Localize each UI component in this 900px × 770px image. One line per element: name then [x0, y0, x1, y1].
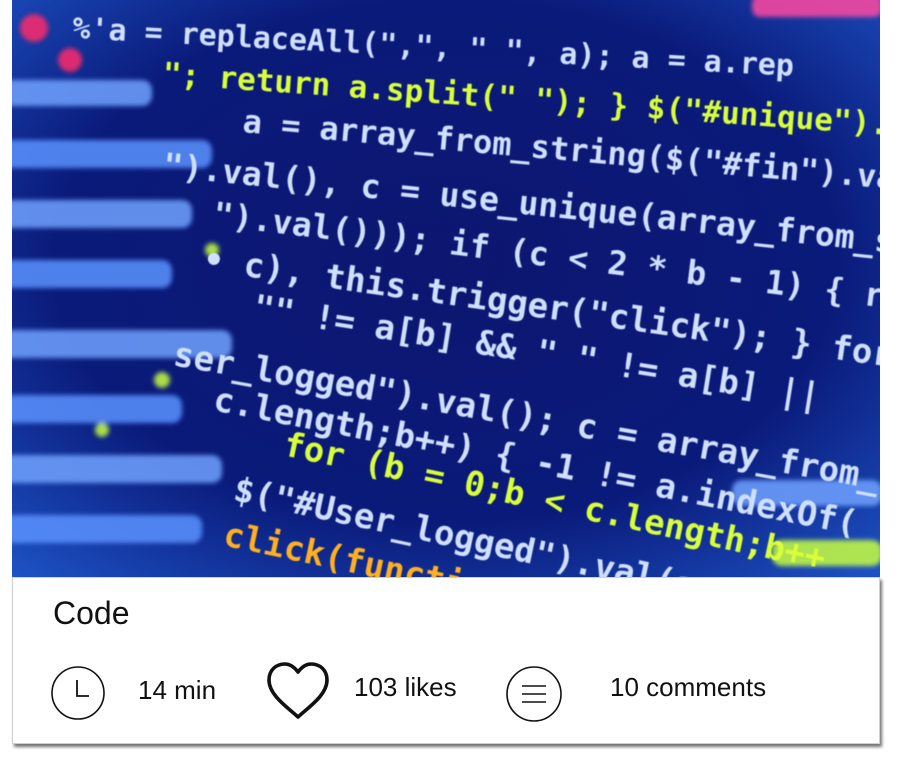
- clock-icon: [51, 666, 105, 720]
- comments-count[interactable]: 10 comments: [610, 672, 766, 703]
- heart-icon[interactable]: [264, 660, 332, 722]
- post-title[interactable]: Code: [53, 595, 130, 632]
- likes-count[interactable]: 103 likes: [354, 672, 457, 703]
- post-card[interactable]: %'a = replaceAll(",", " ", a); a = a.rep…: [12, 0, 882, 746]
- hero-image: %'a = replaceAll(",", " ", a); a = a.rep…: [12, 0, 880, 580]
- code-screen-photo: %'a = replaceAll(",", " ", a); a = a.rep…: [12, 0, 880, 580]
- post-meta-panel: Code 14 min 103 likes 10 comments: [12, 577, 880, 744]
- read-time: 14 min: [138, 675, 217, 705]
- comments-icon[interactable]: [505, 665, 563, 723]
